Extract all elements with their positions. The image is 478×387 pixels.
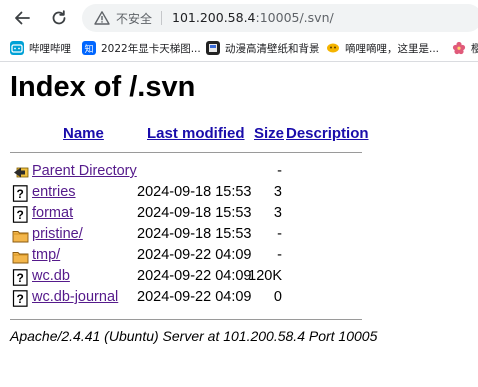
bookmark-label: 动漫高清壁纸和背景: [225, 42, 320, 55]
bookmark-bilibili[interactable]: 哔哩哔哩: [10, 40, 71, 56]
bilibili-icon: [10, 41, 24, 55]
bookmark-label: 2022年显卡天梯图...: [101, 42, 201, 55]
table-row: ? wc.db 2024-09-22 04:09 120K: [0, 267, 478, 288]
url-path: :10005/.svn/: [255, 10, 334, 25]
address-separator: [161, 11, 162, 25]
header-rule: [10, 152, 362, 153]
file-link[interactable]: entries: [32, 184, 76, 200]
bookmark-label: 樱: [471, 42, 478, 55]
url-text[interactable]: 101.200.58.4:10005/.svn/: [172, 10, 334, 25]
svg-text:?: ?: [17, 208, 24, 222]
sakura-icon: [452, 41, 466, 55]
parent-directory-icon: [14, 167, 29, 178]
address-bar[interactable]: 不安全 101.200.58.4:10005/.svn/: [82, 4, 478, 32]
row-last-modified: 2024-09-18 15:53: [137, 205, 252, 221]
file-link[interactable]: wc.db: [32, 268, 70, 284]
directory-listing-page: Index of /.svn Name Last modified Size D…: [0, 62, 478, 387]
row-size: 3: [273, 184, 282, 200]
row-size: 0: [273, 289, 282, 305]
insecure-label[interactable]: 不安全: [116, 10, 152, 27]
table-row: tmp/ 2024-09-22 04:09 -: [0, 246, 478, 267]
svg-text:?: ?: [17, 292, 24, 306]
table-row: ? entries 2024-09-18 15:53 3: [0, 183, 478, 204]
bookmark-sakura[interactable]: 樱: [452, 40, 478, 56]
reload-button[interactable]: [47, 6, 71, 30]
svg-text:?: ?: [17, 187, 24, 201]
table-row: ? format 2024-09-18 15:53 3: [0, 204, 478, 225]
row-last-modified: 2024-09-22 04:09: [137, 289, 252, 305]
server-signature: Apache/2.4.41 (Ubuntu) Server at 101.200…: [10, 328, 378, 344]
browser-toolbar: 不安全 101.200.58.4:10005/.svn/: [0, 0, 478, 36]
row-size: 3: [273, 205, 282, 221]
parent-directory-link[interactable]: Parent Directory: [32, 163, 137, 179]
unknown-file-icon: ?: [12, 206, 28, 223]
bookmark-gpu-chart[interactable]: 知 2022年显卡天梯图...: [82, 40, 201, 56]
row-last-modified: 2024-09-18 15:53: [137, 184, 252, 200]
table-row: ? wc.db-journal 2024-09-22 04:09 0: [0, 288, 478, 309]
back-button[interactable]: [10, 6, 34, 30]
file-link[interactable]: wc.db-journal: [32, 289, 118, 305]
row-last-modified: 2024-09-18 15:53: [137, 226, 252, 242]
folder-icon: [12, 231, 29, 243]
footer-rule: [10, 319, 362, 320]
unknown-file-icon: ?: [12, 290, 28, 307]
bookmark-dilidili[interactable]: 嘀哩嘀哩，这里是...: [326, 40, 439, 56]
folder-icon: [12, 252, 29, 264]
bookmark-label: 哔哩哔哩: [29, 42, 71, 55]
wallpaper-icon: [206, 41, 220, 55]
reload-icon: [52, 10, 66, 25]
url-host: 101.200.58.4: [172, 10, 256, 25]
svg-text:?: ?: [17, 271, 24, 285]
row-last-modified: 2024-09-22 04:09: [137, 268, 252, 284]
table-row: pristine/ 2024-09-18 15:53 -: [0, 225, 478, 246]
file-link[interactable]: format: [32, 205, 73, 221]
table-row-parent: Parent Directory -: [0, 162, 478, 183]
folder-link[interactable]: tmp/: [32, 247, 60, 263]
unknown-file-icon: ?: [12, 269, 28, 286]
row-size: -: [277, 247, 282, 263]
row-size: -: [277, 226, 282, 242]
bookmark-label: 嘀哩嘀哩，这里是...: [345, 42, 440, 55]
row-last-modified: 2024-09-22 04:09: [137, 247, 252, 263]
zhihu-icon: 知: [82, 41, 96, 55]
bookmarks-bar: 哔哩哔哩 知 2022年显卡天梯图... 动漫高清壁纸和背景 嘀哩嘀哩，这里是.…: [0, 37, 478, 59]
unknown-file-icon: ?: [12, 185, 28, 202]
column-header-size[interactable]: Size: [254, 125, 284, 142]
page-title: Index of /.svn: [10, 71, 196, 103]
folder-link[interactable]: pristine/: [32, 226, 83, 242]
warning-icon[interactable]: [94, 10, 110, 26]
row-size: 120K: [248, 268, 282, 284]
column-header-description[interactable]: Description: [286, 125, 369, 142]
row-size: -: [277, 163, 282, 179]
bookmark-wallpaper[interactable]: 动漫高清壁纸和背景: [206, 40, 320, 56]
column-header-last-modified[interactable]: Last modified: [147, 125, 245, 142]
column-header-name[interactable]: Name: [63, 125, 104, 142]
dilidili-icon: [326, 41, 340, 55]
arrow-left-icon: [15, 11, 30, 25]
